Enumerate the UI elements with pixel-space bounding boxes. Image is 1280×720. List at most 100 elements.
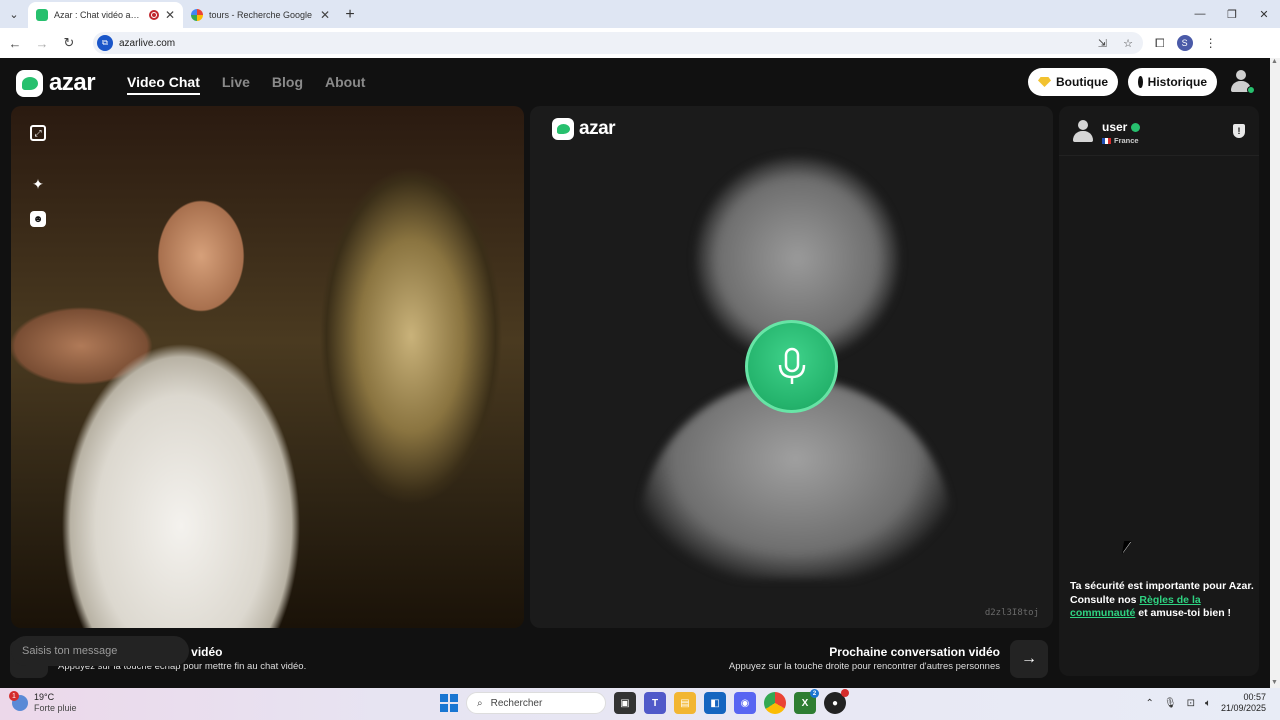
taskbar-search[interactable]: ⌕ Rechercher bbox=[466, 692, 606, 714]
session-id: d2zl3I8toj bbox=[984, 608, 1039, 618]
install-app-icon[interactable]: ⇲ bbox=[1098, 37, 1107, 50]
microphone-tray-icon[interactable]: 🎙︎ bbox=[1164, 698, 1177, 709]
tab-title: Azar : Chat vidéo avec de n bbox=[54, 10, 143, 20]
address-bar[interactable]: ⧉ azarlive.com ⇲ ☆ bbox=[93, 32, 1143, 54]
browser-menu-icon[interactable]: ⋮ bbox=[1205, 36, 1217, 50]
chat-panel: user France ! Ta sécurité est importante… bbox=[1059, 106, 1259, 676]
recording-icon bbox=[148, 10, 159, 20]
bookmark-star-icon[interactable]: ☆ bbox=[1123, 37, 1133, 50]
chevron-up-icon[interactable]: ⌃ bbox=[1145, 698, 1153, 709]
sparkle-effects-icon[interactable]: ✦ bbox=[30, 176, 46, 192]
network-icon[interactable]: ⊡ bbox=[1187, 698, 1195, 709]
new-tab-button[interactable]: + bbox=[338, 2, 362, 28]
app-icon[interactable]: ● bbox=[824, 689, 849, 714]
online-status-icon bbox=[1247, 86, 1255, 94]
nav-blog[interactable]: Blog bbox=[272, 74, 303, 95]
temperature: 19°C bbox=[34, 692, 55, 702]
azar-page: azar Video Chat Live Blog About Boutique… bbox=[0, 58, 1270, 688]
clock[interactable]: 00:57 21/09/2025 bbox=[1221, 692, 1266, 714]
azar-logo-icon bbox=[16, 69, 43, 97]
url-text: azarlive.com bbox=[119, 37, 176, 49]
history-clock-icon bbox=[1138, 76, 1145, 88]
search-label: Rechercher bbox=[490, 697, 543, 709]
microphone-icon bbox=[778, 347, 805, 384]
azar-logo-icon bbox=[552, 118, 574, 140]
safety-notice: Ta sécurité est importante pour Azar. Co… bbox=[1070, 580, 1255, 621]
close-tab-icon[interactable]: ✕ bbox=[165, 8, 175, 22]
minimize-icon[interactable]: — bbox=[1184, 0, 1216, 28]
next-chat-title: Prochaine conversation vidéo bbox=[829, 645, 1000, 659]
profile-avatar[interactable]: S bbox=[1176, 35, 1193, 51]
restore-icon[interactable]: ❐ bbox=[1216, 0, 1248, 28]
microphone-button[interactable] bbox=[745, 320, 838, 413]
task-view-icon[interactable]: ▣ bbox=[614, 692, 636, 714]
volume-icon[interactable]: 🔈︎ bbox=[1205, 698, 1211, 709]
tab-search-button[interactable]: ⌄ bbox=[0, 0, 28, 28]
browser-tab-bar: ⌄ Azar : Chat vidéo avec de n ✕ tours - … bbox=[0, 0, 1280, 28]
search-icon: ⌕ bbox=[477, 697, 483, 709]
chrome-icon[interactable] bbox=[764, 692, 786, 714]
azar-logo[interactable]: azar bbox=[16, 69, 96, 97]
file-explorer-icon[interactable]: ▤ bbox=[674, 692, 696, 714]
windows-start-icon[interactable] bbox=[440, 694, 458, 712]
nav-video-chat[interactable]: Video Chat bbox=[127, 74, 200, 95]
nav-about[interactable]: About bbox=[325, 74, 365, 95]
account-avatar[interactable] bbox=[1229, 70, 1255, 94]
time: 00:57 bbox=[1243, 692, 1266, 702]
main-nav: Video Chat Live Blog About bbox=[127, 74, 365, 95]
close-window-icon[interactable]: ✕ bbox=[1248, 0, 1280, 28]
chat-header: user France ! bbox=[1059, 106, 1259, 156]
reload-icon[interactable]: ↻ bbox=[57, 31, 81, 55]
next-chat-hint: Appuyez sur la touche droite pour rencon… bbox=[728, 661, 1000, 672]
windows-taskbar: 1 19°C Forte pluie ⌕ Rechercher ▣ T ▤ ◧ … bbox=[0, 688, 1280, 720]
partner-name: user bbox=[1102, 120, 1141, 134]
notification-dot bbox=[841, 689, 849, 697]
logo-text: azar bbox=[579, 118, 616, 139]
verified-badge-icon bbox=[1131, 122, 1141, 132]
window-controls: — ❐ ✕ bbox=[1184, 0, 1280, 28]
tab-google[interactable]: tours - Recherche Google ✕ bbox=[183, 2, 338, 28]
rain-cloud-icon: 1 bbox=[9, 691, 28, 711]
extensions-icon[interactable]: ⧠ bbox=[1155, 36, 1165, 51]
expand-icon[interactable]: ⤢ bbox=[30, 125, 46, 141]
date: 21/09/2025 bbox=[1220, 703, 1266, 713]
country-label: France bbox=[1114, 136, 1139, 145]
nav-live[interactable]: Live bbox=[222, 74, 250, 95]
forward-arrow-icon[interactable]: → bbox=[30, 31, 54, 55]
gem-icon bbox=[1038, 77, 1051, 87]
xbox-icon[interactable]: X2 bbox=[794, 689, 819, 714]
boutique-label: Boutique bbox=[1056, 75, 1108, 89]
browser-toolbar: ← → ↻ ⧉ azarlive.com ⇲ ☆ ⧠ S ⋮ bbox=[0, 28, 1280, 58]
store-icon[interactable]: ◧ bbox=[704, 692, 726, 714]
weather-condition: Forte pluie bbox=[34, 703, 77, 713]
tab-title: tours - Recherche Google bbox=[209, 10, 313, 20]
boutique-button[interactable]: Boutique bbox=[1028, 68, 1118, 96]
message-input[interactable] bbox=[11, 636, 189, 666]
local-video: ⤢ ✦ ☻ bbox=[11, 106, 524, 628]
weather-badge: 1 bbox=[9, 691, 19, 701]
discord-icon[interactable]: ◉ bbox=[734, 692, 756, 714]
logo-text: azar bbox=[49, 69, 96, 96]
historique-button[interactable]: Historique bbox=[1128, 68, 1217, 96]
back-arrow-icon[interactable]: ← bbox=[3, 31, 27, 55]
azar-favicon-icon bbox=[36, 9, 48, 21]
face-filter-icon[interactable]: ☻ bbox=[30, 211, 46, 227]
page-scrollbar[interactable] bbox=[1270, 58, 1280, 688]
teams-icon[interactable]: T bbox=[644, 692, 666, 714]
remote-video-logo: azar bbox=[552, 118, 616, 140]
system-tray: ⌃ 🎙︎ ⊡ 🔈︎ 00:57 21/09/2025 bbox=[1145, 692, 1266, 714]
remote-video: azar d2zl3I8toj bbox=[530, 106, 1053, 628]
partner-avatar[interactable] bbox=[1073, 120, 1093, 144]
safety-text-end: et amuse-toi bien ! bbox=[1135, 607, 1232, 619]
france-flag-icon bbox=[1102, 137, 1111, 144]
site-info-icon[interactable]: ⧉ bbox=[97, 35, 113, 51]
partner-country: France bbox=[1102, 136, 1139, 145]
tab-azar[interactable]: Azar : Chat vidéo avec de n ✕ bbox=[28, 2, 183, 28]
historique-label: Historique bbox=[1147, 75, 1207, 89]
close-tab-icon[interactable]: ✕ bbox=[320, 8, 330, 22]
notification-badge: 2 bbox=[810, 689, 819, 698]
weather-widget[interactable]: 1 19°C Forte pluie bbox=[9, 691, 77, 714]
report-shield-icon[interactable]: ! bbox=[1233, 124, 1245, 138]
next-chat-button[interactable]: → bbox=[1010, 640, 1048, 678]
partner-username: user bbox=[1102, 120, 1128, 134]
